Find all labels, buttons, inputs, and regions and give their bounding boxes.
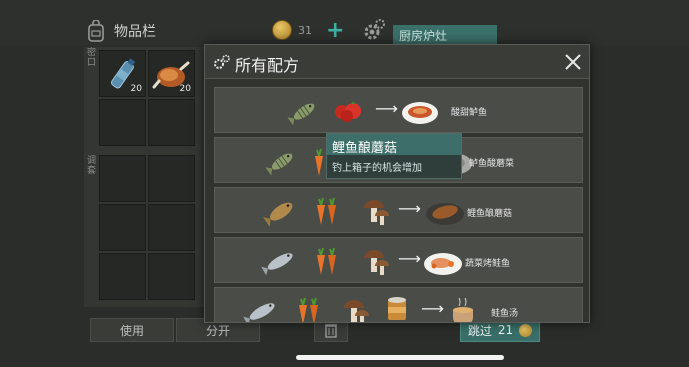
skip-label: 跳过 [467, 323, 492, 338]
tooltip-description: 钓上箱子的机会增加 [332, 163, 422, 174]
arrow-icon: ⟶ [375, 99, 398, 118]
recipe-row[interactable]: ⟶ 鲑鱼汤 [214, 287, 583, 322]
use-button[interactable]: 使用 [90, 318, 174, 342]
slot-count: 20 [179, 84, 191, 94]
arrow-icon: ⟶ [398, 249, 421, 268]
inventory-slot[interactable] [148, 99, 195, 146]
arrow-icon: ⟶ [398, 199, 421, 218]
salmon-soup-icon [453, 297, 473, 322]
tomato-icon [335, 101, 361, 122]
inventory-slot[interactable] [148, 155, 195, 202]
slot-count: 20 [130, 84, 142, 94]
mushroom-icon [344, 300, 369, 322]
inventory-slot[interactable]: 20 [99, 50, 146, 97]
close-icon[interactable] [561, 50, 585, 74]
inventory-slot[interactable] [99, 253, 146, 300]
perch-fish-icon [287, 103, 315, 126]
gear-icon [364, 19, 385, 40]
recipe-name: 鲤鱼酿蘑菇 [467, 209, 513, 219]
perch-fish-icon [265, 153, 293, 176]
inventory-header: 物品栏 [86, 20, 156, 42]
salmon-fish-icon [261, 253, 293, 276]
carrot-icon [317, 197, 336, 225]
sweet-sour-perch-dish-icon [402, 102, 438, 124]
inventory-slot[interactable] [148, 204, 195, 251]
recipe-tooltip: 鲤鱼酿蘑菇 钓上箱子的机会增加 [326, 133, 462, 179]
recipe-name: 鲈鱼酸蘑菜 [469, 159, 515, 169]
inventory-slot[interactable] [99, 204, 146, 251]
coin-icon [519, 323, 533, 337]
carrot-icon [317, 247, 336, 275]
kitchen-stove-tab[interactable]: 厨房炉灶 [393, 25, 497, 45]
side-label-top: 密口 [87, 48, 97, 68]
modal-header: 所有配方 [205, 45, 589, 79]
recipe-name: 蔬菜烤鲑鱼 [465, 259, 511, 269]
side-label-mid: 调套 [87, 156, 97, 176]
recipe-row[interactable]: ⟶ 酸甜鲈鱼 [214, 87, 583, 133]
vegetable-salmon-dish-icon [424, 253, 462, 275]
add-coins-button[interactable]: + [326, 18, 344, 43]
modal-title: 所有配方 [235, 56, 300, 75]
inventory-slot[interactable]: 20 [148, 50, 195, 97]
arrow-icon: ⟶ [421, 299, 444, 318]
salmon-fish-icon [243, 303, 275, 322]
recipe-row[interactable]: ⟶ 鲤鱼酿蘑菇 [214, 187, 583, 233]
mushroom-icon [364, 250, 389, 275]
recipe-row[interactable]: ⟶ 蔬菜烤鲑鱼 [214, 237, 583, 283]
mushroom-icon [364, 200, 389, 225]
tooltip-title: 鲤鱼酿蘑菇 [327, 134, 461, 156]
inventory-slot[interactable] [99, 155, 146, 202]
coin-balance: 31 [272, 20, 312, 40]
carp-fish-icon [263, 202, 293, 227]
coin-icon [272, 20, 292, 40]
gears-icon [214, 54, 230, 69]
recipe-name: 鲑鱼汤 [491, 309, 519, 319]
skip-cost: 21 [497, 323, 514, 337]
coin-count: 31 [298, 23, 312, 37]
can-icon [388, 297, 406, 320]
recipe-name: 酸甜鲈鱼 [451, 108, 488, 118]
inventory-slot[interactable] [99, 99, 146, 146]
trash-icon [325, 324, 337, 338]
carrot-icon [299, 297, 318, 322]
backpack-icon [88, 20, 104, 42]
inventory-slot[interactable] [148, 253, 195, 300]
carp-mushroom-dish-icon [426, 203, 464, 225]
recipes-modal: 所有配方 ⟶ 酸甜鲈鱼 鲈鱼酸蘑菜 ⟶ 鲤鱼酿蘑菇 ⟶ 蔬菜烤鲑鱼 ⟶ 鲑鱼汤 [204, 44, 590, 323]
home-indicator[interactable] [296, 355, 504, 360]
inventory-title: 物品栏 [114, 24, 156, 40]
